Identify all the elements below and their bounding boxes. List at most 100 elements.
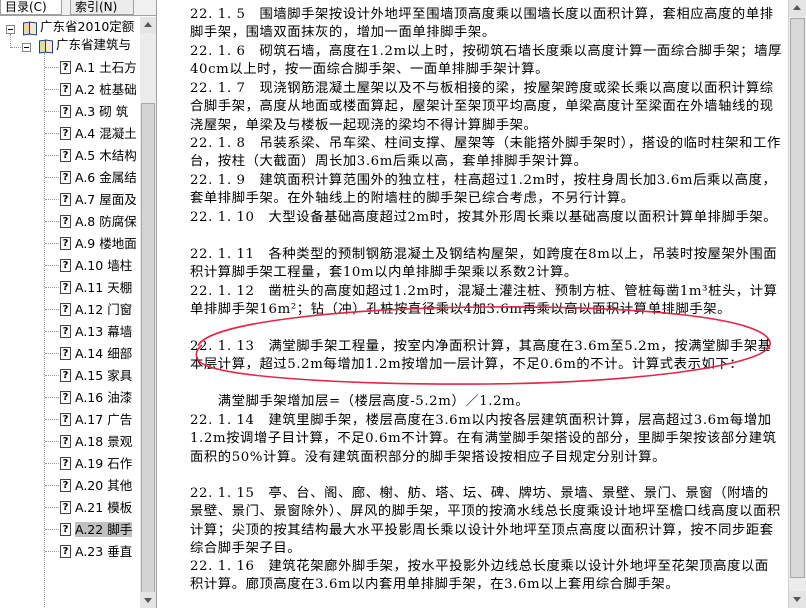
tree-item[interactable]: ? A.10 墙柱 [60,256,132,276]
topic-content: 22. 1. 5 围墙脚手架按设计外地坪至围墙顶高度乘以围墙长度以面积计算，套相… [158,0,788,608]
tab-strip: 目录(C) 索引(N) [0,0,156,16]
tree-connector [45,177,59,178]
tree-item[interactable]: ? A.12 门窗 [60,300,132,320]
tree-item[interactable]: ? A.7 屋面及 [60,190,137,210]
tree-item-title: 天棚 [107,280,133,295]
scroll-down-button[interactable] [789,591,806,608]
content-paragraph: 22. 1. 7 现浇钢筋混凝土屋架以及不与板相接的梁，按屋架跨度或梁长乘以高度… [190,81,774,133]
content-paragraph: 22. 1. 13 满堂脚手架工程量，按室内净面积计算，其高度在3.6m至5.2… [190,339,772,373]
tree-item-label: A.16 油漆 [75,390,132,405]
content-paragraph: 满堂脚手架增加层=（楼层高度-5.2m）／1.2m。 [190,394,530,409]
collapse-root-button[interactable] [6,25,15,34]
scroll-thumb[interactable] [141,103,155,593]
scroll-up-button[interactable] [789,0,806,17]
tree-item[interactable]: ? A.1 土石方 [60,58,137,78]
scroll-down-button[interactable] [140,592,156,608]
tree-item-label: A.9 楼地面 [75,236,137,251]
help-topic-icon: ? [60,303,71,316]
tab-contents[interactable]: 目录(C) [0,0,62,15]
tree-item[interactable]: ? A.23 垂直 [60,542,132,562]
tree-connector [45,507,59,508]
tree-connector [45,375,59,376]
help-topic-icon: ? [60,391,71,404]
tree-item[interactable]: ? A.8 防腐保 [60,212,137,232]
tree-item[interactable]: ? A.19 石作 [60,454,132,474]
tree-item-title: 油漆 [107,390,133,405]
tree-item[interactable]: ? A.21 模板 [60,498,132,518]
content-paragraph: 22. 1. 5 围墙脚手架按设计外地坪至围墙顶高度乘以围墙长度以面积计算，套相… [190,7,774,41]
arrow-down-icon [793,597,801,602]
scroll-up-button[interactable] [140,17,156,33]
content-paragraph: 22. 1. 16 建筑花架廊外脚手架，按水平投影外边线总长度乘以设计外地坪至花… [190,559,769,593]
arrow-up-icon [793,5,801,10]
book-icon [38,39,53,53]
tree-item-code: A.21 [75,500,104,515]
tree-item-label: A.4 混凝土 [75,126,137,141]
scroll-thumb[interactable] [790,18,805,578]
tree-connector [45,133,59,134]
tree-item[interactable]: ? A.9 楼地面 [60,234,137,254]
tree-connector [45,441,59,442]
help-topic-icon: ? [60,237,71,250]
arrow-up-icon [144,22,152,27]
tree-item[interactable]: ? A.11 天棚 [60,278,132,298]
content-paragraph: 22. 1. 8 吊装系梁、吊车梁、柱间支撑、屋架等（未能搭外脚手架时），搭设的… [190,136,781,170]
tree-item-title: 广告 [107,412,133,427]
help-topic-icon: ? [60,545,71,558]
help-topic-icon: ? [60,83,71,96]
content-scrollbar[interactable] [788,0,806,608]
tree-item[interactable]: ? A.4 混凝土 [60,124,137,144]
content-paragraph: 22. 1. 9 建筑面积计算范围外的独立柱，柱高超过1.2m时，按柱身周长加3… [190,173,777,207]
tree-item[interactable]: ? A.20 其他 [60,476,132,496]
tab-index[interactable]: 索引(N) [70,0,134,15]
tree-item[interactable]: ? A.5 木结构 [60,146,137,166]
tree-item-code: A.9 [75,236,96,251]
tree-connector [10,34,11,48]
tree-item[interactable]: ? A.6 金属结 [60,168,137,188]
tree-item-label: A.22 脚手 [75,522,133,537]
tree-item[interactable]: ? A.3 砌 筑 [60,102,128,122]
tree-item[interactable]: ? A.22 脚手 [60,520,133,540]
tree-item[interactable]: ? A.13 幕墙 [60,322,132,342]
tree-item-code: A.16 [75,390,104,405]
help-topic-icon: ? [60,479,71,492]
tree-item-label: A.13 幕墙 [75,324,132,339]
tree-connector [45,309,59,310]
tree-item[interactable]: ? A.17 广告 [60,410,132,430]
tree-item-code: A.7 [75,192,96,207]
tree-connector [45,221,59,222]
tree-item-label: A.6 金属结 [75,170,137,185]
tree-item[interactable]: ? A.18 景观 [60,432,132,452]
help-topic-icon: ? [60,457,71,470]
tree-node-label: 广东省建筑与 [56,37,132,52]
tree-connector [45,353,59,354]
tree-item-label: A.3 砌 筑 [75,104,128,119]
tree-node-child[interactable]: 广东省建筑与 [38,35,131,55]
collapse-child-button[interactable] [22,43,31,52]
tree-item-code: A.12 [75,302,104,317]
tree-item[interactable]: ? A.15 家具 [60,366,132,386]
left-scrollbar[interactable] [140,17,156,608]
tree-item-title: 幕墙 [107,324,133,339]
help-topic-icon: ? [60,171,71,184]
tree-item-title: 土石方 [99,60,137,75]
content-paragraph: 22. 1. 15 亭、台、阁、廊、榭、舫、塔、坛、碑、牌坊、景墙、景壁、景门、… [190,486,781,557]
tree-item-label: A.10 墙柱 [75,258,132,273]
tree-item[interactable]: ? A.16 油漆 [60,388,132,408]
tree-item-label: A.8 防腐保 [75,214,137,229]
help-topic-icon: ? [60,435,71,448]
tree-item[interactable]: ? A.14 细部 [60,344,132,364]
help-topic-icon: ? [60,347,71,360]
tree-connector [45,155,59,156]
tree-item-code: A.18 [75,434,104,449]
help-topic-icon: ? [60,193,71,206]
tree-item-title: 砌 筑 [99,104,129,119]
content-paragraph: 22. 1. 11 各种类型的预制钢筋混凝土及钢结构屋架，如跨度在8m以上，吊装… [190,247,778,281]
tree-item-label: A.20 其他 [75,478,132,493]
tree-item-code: A.23 [75,544,104,559]
tree-node-root[interactable]: 广东省2010定额 [22,17,134,37]
tree-connector [45,331,59,332]
tree-connector [45,89,59,90]
tree-item[interactable]: ? A.2 桩基础 [60,80,137,100]
tree-item-label: A.17 广告 [75,412,132,427]
